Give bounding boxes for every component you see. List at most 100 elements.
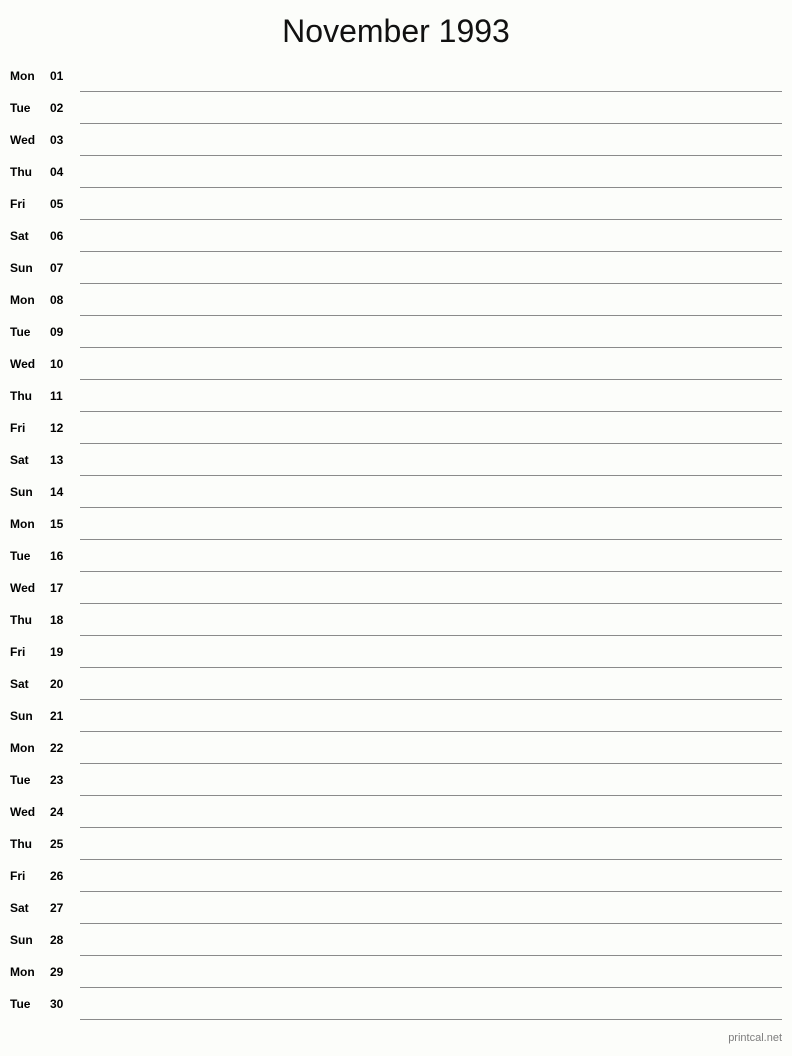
note-write-line[interactable] (80, 796, 782, 828)
page-title: November 1993 (282, 13, 510, 49)
weekday-abbrev: Thu (10, 165, 32, 179)
weekday-abbrev: Tue (10, 325, 31, 339)
note-write-line[interactable] (80, 540, 782, 572)
day-number: 25 (50, 837, 64, 851)
day-row: Tue 30 (0, 988, 792, 1020)
note-write-line[interactable] (80, 860, 782, 892)
day-row: Thu 04 (0, 156, 792, 188)
weekday-abbrev: Sun (10, 485, 33, 499)
weekday-abbrev: Tue (10, 773, 31, 787)
day-number: 15 (50, 517, 64, 531)
day-label: Mon 08 (0, 284, 80, 316)
day-number: 22 (50, 741, 64, 755)
note-write-line[interactable] (80, 156, 782, 188)
day-label: Wed 03 (0, 124, 80, 156)
day-number: 12 (50, 421, 64, 435)
note-write-line[interactable] (80, 764, 782, 796)
note-write-line[interactable] (80, 380, 782, 412)
note-write-line[interactable] (80, 732, 782, 764)
weekday-abbrev: Mon (10, 69, 35, 83)
day-number: 06 (50, 229, 64, 243)
day-label: Tue 23 (0, 764, 80, 796)
day-row: Mon 22 (0, 732, 792, 764)
day-label: Tue 30 (0, 988, 80, 1020)
day-number: 26 (50, 869, 64, 883)
day-number: 07 (50, 261, 64, 275)
day-row: Wed 17 (0, 572, 792, 604)
day-row: Sun 28 (0, 924, 792, 956)
day-label: Sun 21 (0, 700, 80, 732)
note-write-line[interactable] (80, 956, 782, 988)
weekday-abbrev: Thu (10, 837, 32, 851)
day-label: Fri 12 (0, 412, 80, 444)
calendar-page: November 1993 Mon 01 Tue 02 Wed 03 Thu 04 Fri 05 S… (0, 0, 792, 1056)
note-write-line[interactable] (80, 60, 782, 92)
day-number: 13 (50, 453, 64, 467)
weekday-abbrev: Sat (10, 901, 29, 915)
weekday-abbrev: Tue (10, 101, 31, 115)
day-rows-list: Mon 01 Tue 02 Wed 03 Thu 04 Fri 05 Sat 06 Sun 07 Mon 08… (0, 60, 792, 1020)
note-write-line[interactable] (80, 476, 782, 508)
weekday-abbrev: Sun (10, 933, 33, 947)
day-label: Wed 17 (0, 572, 80, 604)
day-number: 17 (50, 581, 64, 595)
day-row: Thu 25 (0, 828, 792, 860)
note-write-line[interactable] (80, 572, 782, 604)
day-number: 03 (50, 133, 64, 147)
day-number: 02 (50, 101, 64, 115)
note-write-line[interactable] (80, 636, 782, 668)
day-label: Sun 28 (0, 924, 80, 956)
day-label: Fri 05 (0, 188, 80, 220)
weekday-abbrev: Tue (10, 997, 31, 1011)
day-row: Tue 16 (0, 540, 792, 572)
day-row: Thu 11 (0, 380, 792, 412)
note-write-line[interactable] (80, 348, 782, 380)
day-number: 08 (50, 293, 64, 307)
note-write-line[interactable] (80, 188, 782, 220)
note-write-line[interactable] (80, 668, 782, 700)
day-number: 04 (50, 165, 64, 179)
day-number: 09 (50, 325, 64, 339)
note-write-line[interactable] (80, 124, 782, 156)
day-number: 16 (50, 549, 64, 563)
day-number: 21 (50, 709, 64, 723)
day-row: Wed 03 (0, 124, 792, 156)
day-label: Mon 22 (0, 732, 80, 764)
note-write-line[interactable] (80, 828, 782, 860)
weekday-abbrev: Mon (10, 517, 35, 531)
day-label: Sat 06 (0, 220, 80, 252)
day-label: Tue 09 (0, 316, 80, 348)
day-label: Fri 26 (0, 860, 80, 892)
weekday-abbrev: Fri (10, 197, 26, 211)
note-write-line[interactable] (80, 700, 782, 732)
day-number: 28 (50, 933, 64, 947)
day-row: Sun 21 (0, 700, 792, 732)
note-write-line[interactable] (80, 988, 782, 1020)
note-write-line[interactable] (80, 508, 782, 540)
note-write-line[interactable] (80, 444, 782, 476)
note-write-line[interactable] (80, 316, 782, 348)
note-write-line[interactable] (80, 604, 782, 636)
note-write-line[interactable] (80, 284, 782, 316)
note-write-line[interactable] (80, 892, 782, 924)
note-write-line[interactable] (80, 924, 782, 956)
day-row: Sat 20 (0, 668, 792, 700)
day-row: Thu 18 (0, 604, 792, 636)
note-write-line[interactable] (80, 252, 782, 284)
note-write-line[interactable] (80, 92, 782, 124)
day-label: Mon 15 (0, 508, 80, 540)
day-number: 05 (50, 197, 64, 211)
day-label: Fri 19 (0, 636, 80, 668)
weekday-abbrev: Fri (10, 421, 26, 435)
day-label: Sun 14 (0, 476, 80, 508)
day-label: Sat 13 (0, 444, 80, 476)
day-row: Sun 07 (0, 252, 792, 284)
day-number: 18 (50, 613, 64, 627)
note-write-line[interactable] (80, 220, 782, 252)
day-label: Sun 07 (0, 252, 80, 284)
day-number: 11 (50, 389, 63, 403)
note-write-line[interactable] (80, 412, 782, 444)
day-label: Thu 04 (0, 156, 80, 188)
weekday-abbrev: Wed (10, 133, 36, 147)
weekday-abbrev: Thu (10, 389, 32, 403)
